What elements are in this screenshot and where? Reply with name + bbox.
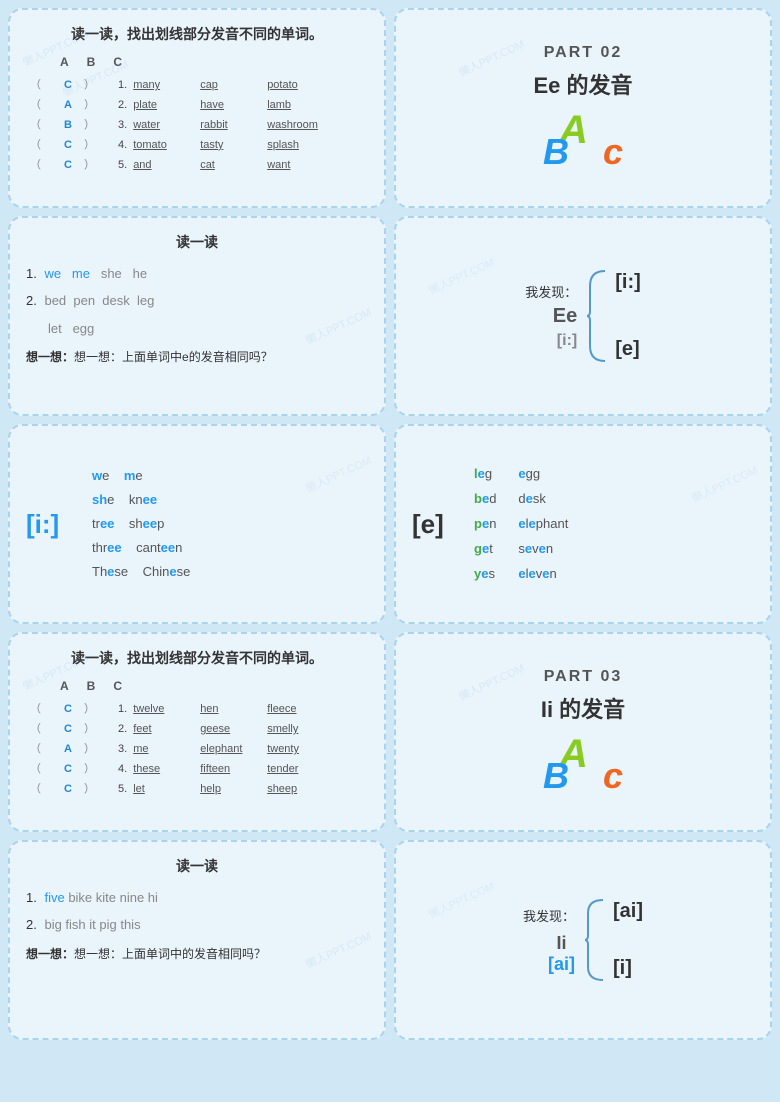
- col-headers: A B C: [30, 52, 368, 72]
- phoneme-e-label: [e]: [412, 509, 464, 540]
- exercise-1-title: 读一读，找出划线部分发音不同的单词。: [26, 24, 368, 44]
- watermark-11: 懒人PPT.COM: [426, 878, 497, 922]
- read2-row1: 1. five bike kite nine hi: [26, 884, 368, 911]
- phoneme-ii-label: [i:]: [26, 509, 78, 540]
- ex2-row-1: （C） 1. twelve hen fleece: [30, 700, 368, 720]
- col2-a: A: [60, 676, 69, 696]
- card-part03: PART 03 Ii 的发音 A B c 懒人PPT.COM: [394, 632, 772, 832]
- phoneme-ee: Ee: [553, 305, 577, 328]
- phoneme-ii-name: Ii: [556, 933, 566, 954]
- word-she: she knee: [92, 489, 190, 511]
- col-c: C: [113, 52, 122, 72]
- card-part02: PART 02 Ee 的发音 A B c 懒人PPT.COM: [394, 8, 772, 208]
- exercise-2-table: A B C （C） 1. twelve hen fleece （C） 2. fe…: [26, 676, 368, 799]
- word-seven: seven: [518, 538, 568, 560]
- ex2-row-4: （C） 4. these fifteen tender: [30, 760, 368, 780]
- word-yes: yes: [474, 563, 496, 585]
- phonics-ii-content: 我发现： Ii [ai] [ai] [i]: [523, 895, 643, 985]
- watermark-7: 懒人PPT.COM: [689, 462, 760, 506]
- part03-phonics: Ii 的发音: [541, 692, 625, 724]
- phonics-ii-left: 我发现： Ii [ai]: [523, 906, 575, 975]
- card-read1: 读一读 1. we me she he 2. bed pen desk leg …: [8, 216, 386, 416]
- ex-row-5: （ C ） 5. and cat want: [30, 156, 368, 176]
- abc-decoration-2: A B c: [543, 732, 623, 797]
- word-pen: pen: [474, 513, 496, 535]
- phonics-ee-content: 我发现： Ee [i:] [i:] [e]: [525, 266, 641, 366]
- col-a: A: [60, 52, 69, 72]
- col-headers-2: A B C: [30, 676, 368, 696]
- ex-row-4: （ C ） 4. tomato tasty splash: [30, 136, 368, 156]
- phoneme-ii-options: [ai] [i]: [613, 900, 643, 980]
- words-e-col2: egg desk elephant seven eleven: [518, 463, 568, 585]
- ex2-row-3: （A） 3. me elephant twenty: [30, 740, 368, 760]
- part03-label: PART 03: [544, 668, 623, 686]
- ex-row-3: （ B ） 3. water rabbit washroom: [30, 116, 368, 136]
- words-ii-list: we me she knee tree sheep three canteen …: [92, 465, 190, 583]
- col-b: B: [87, 52, 96, 72]
- watermark-5: 懒人PPT.COM: [426, 254, 497, 298]
- word-bed: bed: [474, 488, 496, 510]
- exercise-2-title: 读一读，找出划线部分发音不同的单词。: [26, 648, 368, 668]
- watermark-3: 懒人PPT.COM: [456, 36, 527, 80]
- read1-think: 想一想：想一想：上面单词中e的发音相同吗？: [26, 348, 368, 365]
- read1-title: 读一读: [26, 232, 368, 252]
- card-exercise-2: 读一读，找出划线部分发音不同的单词。 A B C （C） 1. twelve h…: [8, 632, 386, 832]
- brace-svg-ii: [583, 895, 605, 985]
- phoneme-i-short: [i]: [613, 957, 643, 980]
- read2-row2: 2. big fish it pig this: [26, 911, 368, 938]
- read1-row2: 2. bed pen desk leg: [26, 287, 368, 314]
- word-egg: egg: [518, 463, 568, 485]
- abc-decoration: A B c: [543, 108, 623, 173]
- card-exercise-1: 读一读，找出划线部分发音不同的单词。 A B C （ C ） 1. many c…: [8, 8, 386, 208]
- letter-C: c: [603, 131, 623, 173]
- watermark-6: 懒人PPT.COM: [303, 452, 374, 496]
- phoneme-ai-big: [ai]: [548, 954, 575, 975]
- col2-b: B: [87, 676, 96, 696]
- word-tree: tree sheep: [92, 513, 190, 535]
- read1-rows: 1. we me she he 2. bed pen desk leg let …: [26, 260, 368, 342]
- brace-svg: [585, 266, 607, 366]
- word-we: we me: [92, 465, 190, 487]
- read2-rows: 1. five bike kite nine hi 2. big fish it…: [26, 884, 368, 939]
- card-read2: 读一读 1. five bike kite nine hi 2. big fis…: [8, 840, 386, 1040]
- word-these: These Chinese: [92, 561, 190, 583]
- phoneme-e-short: [e]: [615, 338, 641, 361]
- phoneme-ee2: [i:]: [557, 332, 577, 350]
- card-words-ii: [i:] we me she knee tree sheep three can…: [8, 424, 386, 624]
- letter-C-2: c: [603, 755, 623, 797]
- letter-B-2: B: [543, 755, 569, 797]
- word-elephant: elephant: [518, 513, 568, 535]
- read1-row1: 1. we me she he: [26, 260, 368, 287]
- part02-phonics: Ee 的发音: [533, 68, 632, 100]
- ex-row-2: （ A ） 2. plate have lamb: [30, 96, 368, 116]
- exercise-1-table: A B C （ C ） 1. many cap potato （ A ） 2. …: [26, 52, 368, 175]
- discover-label-ii: 我发现：: [523, 906, 575, 925]
- words-e-col1: leg bed pen get yes: [474, 463, 496, 585]
- discover-label: 我发现：: [525, 282, 577, 301]
- col2-c: C: [113, 676, 122, 696]
- phoneme-ai: [ai]: [613, 900, 643, 923]
- ex2-row-5: （C） 5. let help sheep: [30, 780, 368, 800]
- word-get: get: [474, 538, 496, 560]
- phonics-ee-left: 我发现： Ee [i:]: [525, 282, 577, 350]
- word-leg: leg: [474, 463, 496, 485]
- phoneme-options: [i:] [e]: [615, 271, 641, 361]
- card-phonics-ee: 我发现： Ee [i:] [i:] [e] 懒人PPT.COM: [394, 216, 772, 416]
- card-words-e: [e] leg bed pen get yes egg desk elephan…: [394, 424, 772, 624]
- read2-think: 想一想：想一想：上面单词中的发音相同吗？: [26, 945, 368, 962]
- ex2-row-2: （C） 2. feet geese smelly: [30, 720, 368, 740]
- letter-B: B: [543, 131, 569, 173]
- word-eleven: eleven: [518, 563, 568, 585]
- ex-row-1: （ C ） 1. many cap potato: [30, 76, 368, 96]
- card-phonics-ii: 我发现： Ii [ai] [ai] [i] 懒人PPT.COM: [394, 840, 772, 1040]
- choice-1: （: [30, 76, 58, 96]
- word-three: three canteen: [92, 537, 190, 559]
- word-desk: desk: [518, 488, 568, 510]
- watermark-9: 懒人PPT.COM: [456, 660, 527, 704]
- phoneme-ii-stack: Ii [ai]: [548, 933, 575, 975]
- part02-label: PART 02: [544, 44, 623, 62]
- read1-row2b: let egg: [26, 315, 368, 342]
- phoneme-ii-long: [i:]: [615, 271, 641, 294]
- read2-title: 读一读: [26, 856, 368, 876]
